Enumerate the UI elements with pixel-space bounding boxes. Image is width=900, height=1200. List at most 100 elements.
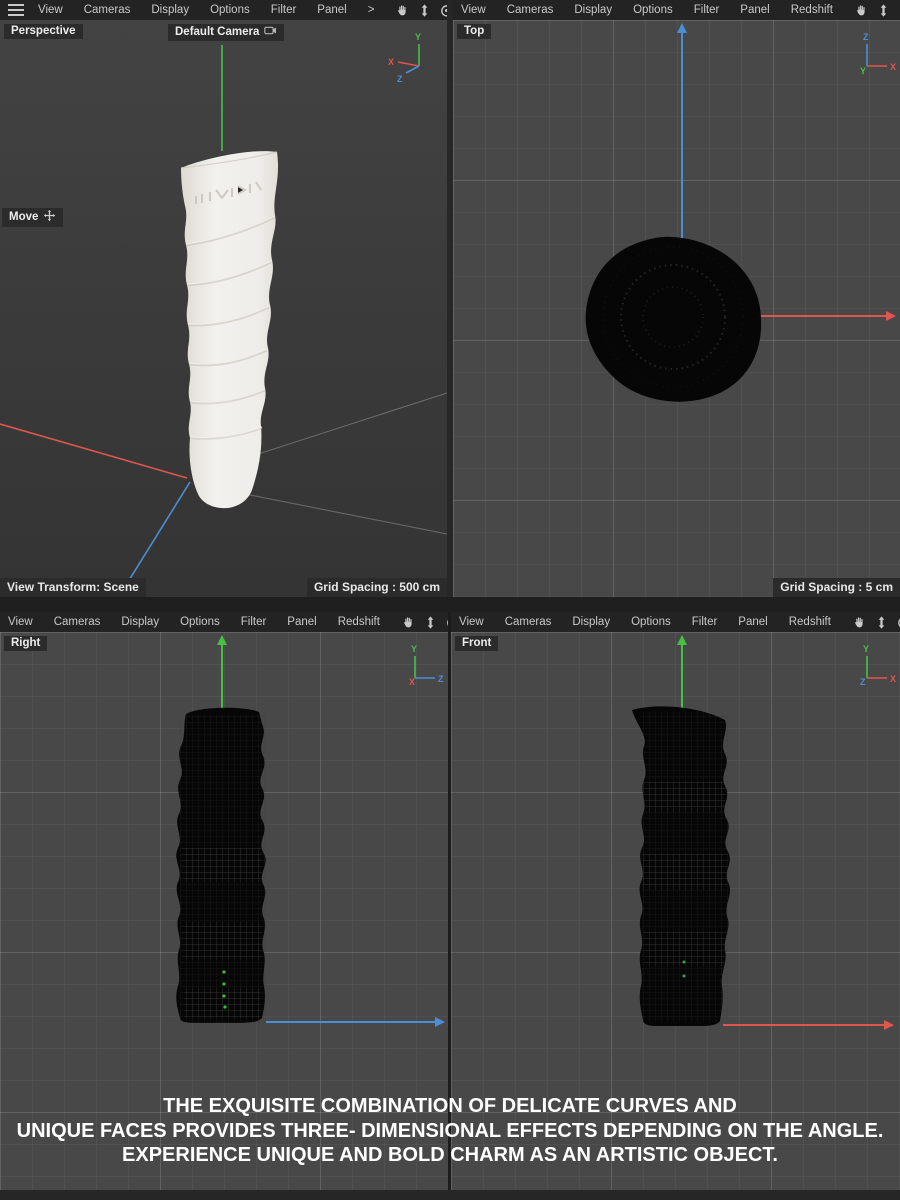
viewport-splitter-vertical-top[interactable] — [447, 0, 453, 597]
gizmo-x-label: X — [409, 677, 415, 687]
viewport-perspective: View Cameras Display Options Filter Pane… — [0, 0, 447, 597]
menu-item-cameras[interactable]: Cameras — [54, 616, 101, 628]
caption-line-1: THE EXQUISITE COMBINATION OF DELICATE CU… — [0, 1094, 900, 1119]
menu-item-view[interactable]: View — [38, 4, 63, 16]
viewport-nav-icons — [854, 3, 900, 18]
menu-item-panel[interactable]: Panel — [287, 616, 316, 628]
viewport-nav-icons — [401, 615, 448, 630]
gizmo-z-label: Z — [860, 677, 866, 687]
axis-z-arrowhead — [435, 1017, 445, 1027]
axis-x-line — [0, 424, 187, 478]
menu-item-cameras[interactable]: Cameras — [507, 4, 554, 16]
front-menubar: View Cameras Display Options Filter Pane… — [451, 612, 900, 632]
gizmo-y-label: Y — [411, 644, 417, 654]
gizmo-x-label: X — [890, 62, 896, 72]
menu-item-view[interactable]: View — [461, 4, 486, 16]
hamburger-icon[interactable] — [8, 4, 24, 16]
viewport-splitter-horizontal[interactable] — [0, 597, 900, 612]
axis-gizmo[interactable]: Y X Z — [383, 30, 433, 89]
menu-item-options[interactable]: Options — [631, 616, 671, 628]
orbit-rotate-icon[interactable] — [896, 615, 900, 630]
gizmo-x-label: X — [890, 674, 896, 684]
axis-z-arrowhead — [677, 23, 687, 33]
wireframe-top-object[interactable] — [586, 237, 762, 402]
pan-hand-icon[interactable] — [854, 3, 869, 18]
pan-hand-icon[interactable] — [395, 3, 410, 18]
menu-item-redshift[interactable]: Redshift — [791, 4, 833, 16]
menu-item-cameras[interactable]: Cameras — [505, 616, 552, 628]
viewport-name-label[interactable]: Perspective — [4, 24, 83, 39]
camera-name: Default Camera — [175, 26, 259, 38]
axis-gizmo[interactable]: Y X Z — [844, 642, 898, 697]
pan-hand-icon[interactable] — [401, 615, 416, 630]
top-menubar: View Cameras Display Options Filter Pane… — [453, 0, 900, 20]
gizmo-y-label: Y — [860, 66, 866, 76]
gizmo-z-label: Z — [863, 32, 869, 42]
grid-spacing-status: Grid Spacing : 500 cm — [307, 578, 447, 597]
menu-item-display[interactable]: Display — [151, 4, 189, 16]
tool-name: Move — [9, 211, 38, 223]
gizmo-z-label: Z — [397, 74, 403, 84]
active-camera-label[interactable]: Default Camera — [168, 24, 284, 41]
viewport-nav-icons — [395, 3, 447, 18]
wireframe-right-object[interactable] — [176, 708, 266, 1023]
menu-item-redshift[interactable]: Redshift — [789, 616, 831, 628]
top-view-area[interactable]: Top Z X Y Grid Spacing : 5 cm — [453, 20, 900, 597]
menu-item-view[interactable]: View — [8, 616, 33, 628]
menu-item-filter[interactable]: Filter — [241, 616, 267, 628]
menu-item-display[interactable]: Display — [574, 4, 612, 16]
menu-item-display[interactable]: Display — [572, 616, 610, 628]
pan-hand-icon[interactable] — [852, 615, 867, 630]
menu-item-panel[interactable]: Panel — [738, 616, 767, 628]
bottom-strip — [0, 1190, 900, 1200]
dolly-zoom-icon[interactable] — [423, 615, 438, 630]
axis-y-arrowhead — [677, 635, 687, 645]
camera-switch-icon[interactable] — [264, 25, 277, 39]
gizmo-y-label: Y — [415, 32, 421, 42]
menu-item-filter[interactable]: Filter — [694, 4, 720, 16]
wireframe-front-object[interactable] — [632, 706, 730, 1026]
gizmo-y-label: Y — [863, 644, 869, 654]
dolly-zoom-icon[interactable] — [417, 3, 432, 18]
perspective-menubar: View Cameras Display Options Filter Pane… — [0, 0, 447, 20]
axis-gizmo[interactable]: Z X Y — [842, 30, 896, 85]
active-tool-label: Move — [2, 208, 63, 227]
menu-item-display[interactable]: Display — [121, 616, 159, 628]
dolly-zoom-icon[interactable] — [876, 3, 891, 18]
menu-item-filter[interactable]: Filter — [692, 616, 718, 628]
menu-item-options[interactable]: Options — [180, 616, 220, 628]
move-cross-icon — [43, 209, 56, 225]
menu-item-panel[interactable]: Panel — [317, 4, 346, 16]
menu-item-redshift[interactable]: Redshift — [338, 616, 380, 628]
menu-item-panel[interactable]: Panel — [740, 4, 769, 16]
quad-viewport-app: View Cameras Display Options Filter Pane… — [0, 0, 900, 1200]
viewport-name-label[interactable]: Top — [457, 24, 491, 39]
menu-item-options[interactable]: Options — [633, 4, 673, 16]
axis-y-arrowhead — [217, 635, 227, 645]
caption-line-2: UNIQUE FACES PROVIDES THREE- DIMENSIONAL… — [0, 1119, 900, 1144]
axis-gizmo[interactable]: Y Z X — [392, 642, 446, 697]
viewport-name-label[interactable]: Right — [4, 636, 47, 651]
menu-item-options[interactable]: Options — [210, 4, 250, 16]
axis-x-arrowhead — [886, 311, 896, 321]
grid-axis-line — [240, 493, 447, 534]
menu-item-view[interactable]: View — [459, 616, 484, 628]
axis-x-arrowhead — [884, 1020, 894, 1030]
view-transform-status: View Transform: Scene — [0, 578, 146, 597]
grid-spacing-status: Grid Spacing : 5 cm — [773, 578, 900, 597]
marketing-caption: THE EXQUISITE COMBINATION OF DELICATE CU… — [0, 1094, 900, 1168]
viewport-name-label[interactable]: Front — [455, 636, 498, 651]
caption-line-3: EXPERIENCE UNIQUE AND BOLD CHARM AS AN A… — [0, 1143, 900, 1168]
orbit-rotate-icon[interactable] — [439, 3, 447, 18]
perspective-view-area[interactable]: Perspective Default Camera Move Y X Z — [0, 20, 447, 597]
dolly-zoom-icon[interactable] — [874, 615, 889, 630]
right-menubar: View Cameras Display Options Filter Pane… — [0, 612, 448, 632]
vase-object[interactable] — [181, 151, 278, 508]
viewport-nav-icons — [852, 615, 900, 630]
grid-axis-line — [252, 393, 447, 456]
menu-item-cameras[interactable]: Cameras — [84, 4, 131, 16]
gizmo-z-label: Z — [438, 674, 444, 684]
menu-overflow-chevron[interactable]: > — [368, 4, 375, 16]
gizmo-x-label: X — [388, 57, 394, 67]
menu-item-filter[interactable]: Filter — [271, 4, 297, 16]
